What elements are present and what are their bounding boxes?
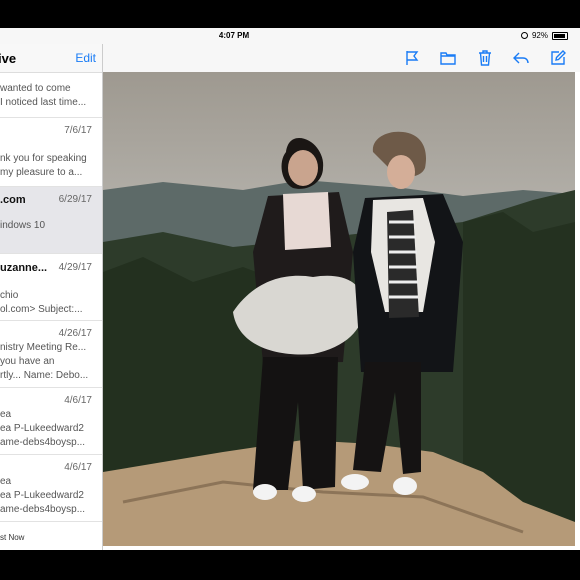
mail-item[interactable]: 4/6/17 ea ea P-Lukeedward2 ame-debs4boys… xyxy=(0,455,102,522)
mail-preview-line: chio xyxy=(0,290,19,301)
mail-preview-line: indows 10 xyxy=(0,220,46,231)
mail-sender: .com xyxy=(0,194,26,206)
message-body xyxy=(103,72,580,550)
mail-preview-line: ame-debs4boysp... xyxy=(0,504,86,515)
mail-preview-line: rtly... Name: Debo... xyxy=(0,370,89,381)
status-time: 4:07 PM xyxy=(218,31,250,40)
reply-icon[interactable] xyxy=(512,49,530,67)
mail-date: 4/29/17 xyxy=(58,262,92,273)
mail-item[interactable]: 4/26/17 nistry Meeting Re... you have an… xyxy=(0,321,102,388)
mail-preview-line: wanted to come xyxy=(0,83,71,94)
mail-preview-line: my pleasure to a... xyxy=(0,167,83,178)
mail-preview-line: ol.com> Subject:... xyxy=(0,304,83,315)
attached-photo[interactable] xyxy=(103,72,575,546)
edit-button[interactable]: Edit xyxy=(75,51,96,65)
mail-item[interactable]: 7/6/17 nk you for speaking my pleasure t… xyxy=(0,118,102,187)
mailbox-title: ive xyxy=(0,51,17,66)
mail-sender: uzanne... xyxy=(0,262,48,274)
mail-preview-line: ea xyxy=(0,409,12,420)
person-left-shirt xyxy=(283,192,331,250)
person-right-shoe xyxy=(341,474,369,490)
mail-date: 6/29/17 xyxy=(58,194,92,205)
mail-item[interactable]: uzanne... 4/29/17 chio ol.com> Subject:.… xyxy=(0,254,102,321)
mail-preview-line: you have an xyxy=(0,356,55,367)
mail-item[interactable]: 4/6/17 ea ea P-Lukeedward2 ame-debs4boys… xyxy=(0,388,102,455)
updated-status: st Now xyxy=(0,533,25,542)
mail-preview-line: nk you for speaking xyxy=(0,153,87,164)
mail-item[interactable]: wanted to come I noticed last time... xyxy=(0,73,102,118)
person-right-face xyxy=(387,155,415,189)
sidebar-header: ive Edit xyxy=(0,44,102,73)
status-indicators: 92% xyxy=(520,31,568,40)
mail-preview-line: ea P-Lukeedward2 xyxy=(0,490,84,501)
mail-date: 4/26/17 xyxy=(58,328,92,339)
person-left-face xyxy=(288,150,318,186)
person-right-shoe xyxy=(393,477,417,495)
status-bar: 4:07 PM 92% xyxy=(0,28,580,44)
mailbox-sidebar: ive Edit wanted to come I noticed last t… xyxy=(0,44,103,550)
mail-preview-line: nistry Meeting Re... xyxy=(0,342,87,353)
mail-date: 7/6/17 xyxy=(64,125,92,136)
mail-date: 4/6/17 xyxy=(64,462,92,473)
message-toolbar xyxy=(103,44,580,73)
flag-icon[interactable] xyxy=(403,49,421,67)
battery-icon xyxy=(552,31,568,40)
rotation-lock-icon xyxy=(520,32,528,39)
mail-date: 4/6/17 xyxy=(64,395,92,406)
mail-item-selected[interactable]: .com 6/29/17 indows 10 xyxy=(0,187,102,254)
compose-icon[interactable] xyxy=(549,49,567,67)
person-left-shoe xyxy=(292,486,316,502)
mail-preview-line: ame-debs4boysp... xyxy=(0,437,86,448)
mail-preview-line: ea xyxy=(0,476,12,487)
mail-preview-line: ea P-Lukeedward2 xyxy=(0,423,84,434)
battery-percent: 92% xyxy=(531,31,548,40)
mail-preview-line: I noticed last time... xyxy=(0,97,87,108)
person-left-shoe xyxy=(253,484,277,500)
trash-icon[interactable] xyxy=(476,49,494,67)
folder-icon[interactable] xyxy=(439,49,457,67)
